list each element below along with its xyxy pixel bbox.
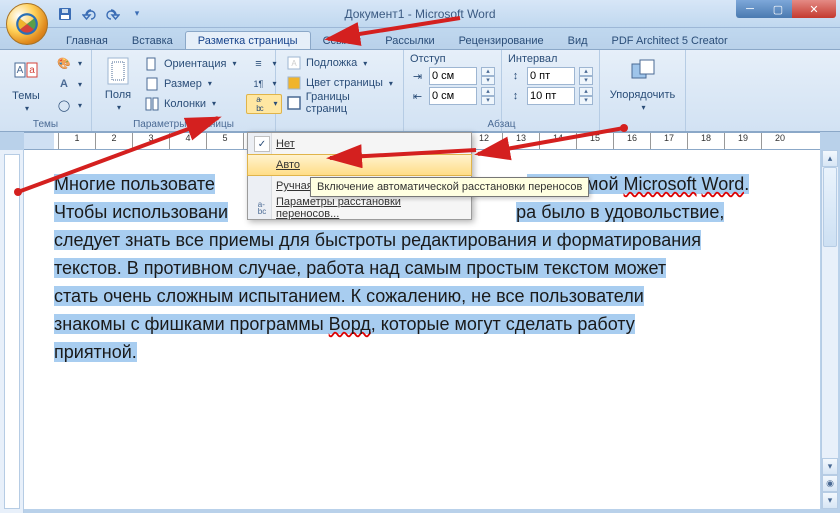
theme-effects-button[interactable]: ◯▾	[52, 95, 86, 115]
redo-icon[interactable]	[102, 3, 124, 25]
group-themes: Aa Темы ▾ 🎨▾ A▾ ◯▾ Темы	[0, 50, 92, 131]
themes-label: Темы	[12, 90, 40, 102]
next-page-button[interactable]: ▾	[822, 492, 838, 509]
office-button[interactable]	[6, 3, 48, 45]
orientation-button[interactable]: Ориентация▾	[140, 54, 240, 74]
scroll-up-button[interactable]: ▴	[822, 150, 838, 167]
tab-mailings[interactable]: Рассылки	[373, 32, 446, 49]
indent-heading: Отступ	[410, 53, 495, 65]
watermark-button[interactable]: AПодложка▾	[282, 53, 397, 73]
vertical-scrollbar[interactable]: ▴ ▾ ◉ ▾	[821, 150, 838, 509]
indent-left-field[interactable]: ⇥ ▴▾	[410, 67, 495, 85]
prev-page-button[interactable]: ◉	[822, 475, 838, 492]
indent-left-spinner[interactable]: ▴▾	[481, 67, 495, 85]
group-page-background: AПодложка▾ Цвет страницы▾ Границы страни…	[276, 50, 404, 131]
hyphenation-options[interactable]: a-bc Параметры расстановки переносов...	[248, 197, 471, 219]
indent-left-icon: ⇥	[410, 68, 425, 84]
watermark-icon: A	[286, 55, 302, 71]
orientation-icon	[144, 56, 160, 72]
scroll-down-button[interactable]: ▾	[822, 458, 838, 475]
scroll-thumb[interactable]	[823, 167, 837, 247]
page-color-icon	[286, 75, 302, 91]
tab-insert[interactable]: Вставка	[120, 32, 185, 49]
vertical-ruler[interactable]	[0, 150, 24, 513]
fonts-icon: A	[56, 76, 72, 92]
indent-right-input[interactable]	[429, 87, 477, 105]
spacing-after-field[interactable]: ↕ ▴▾	[508, 87, 593, 105]
tab-home[interactable]: Главная	[54, 32, 120, 49]
themes-icon: Aa	[10, 56, 42, 88]
arrange-label: Упорядочить	[610, 89, 675, 101]
tab-view[interactable]: Вид	[556, 32, 600, 49]
hyphenation-options-icon: a-bc	[254, 200, 270, 216]
size-button[interactable]: Размер▾	[140, 74, 240, 94]
group-arrange: Упорядочить ▾	[600, 50, 686, 131]
group-spacing: Интервал ↕ ▴▾ ↕ ▴▾ Абзац	[502, 50, 600, 131]
spacing-heading: Интервал	[508, 53, 593, 65]
line-numbers-icon: 1¶	[250, 76, 266, 92]
hyphenation-auto[interactable]: Авто	[247, 154, 472, 176]
minimize-button[interactable]: ─	[736, 0, 764, 18]
hyphenation-tooltip: Включение автоматической расстановки пер…	[310, 177, 589, 197]
theme-colors-button[interactable]: 🎨▾	[52, 53, 86, 73]
colors-icon: 🎨	[56, 55, 72, 71]
indent-right-icon: ⇤	[410, 88, 425, 104]
undo-icon[interactable]	[78, 3, 100, 25]
quick-access-toolbar: ▾	[54, 3, 148, 25]
tab-references[interactable]: Ссылки	[311, 32, 374, 49]
svg-text:a: a	[29, 65, 35, 76]
margins-label: Поля	[105, 89, 131, 101]
page-borders-icon	[286, 95, 302, 111]
breaks-icon: ≡	[250, 56, 266, 72]
svg-text:A: A	[291, 59, 297, 68]
spacing-before-input[interactable]	[527, 67, 575, 85]
margins-icon	[102, 55, 134, 87]
indent-right-spinner[interactable]: ▴▾	[481, 87, 495, 105]
tab-page-layout[interactable]: Разметка страницы	[185, 31, 311, 49]
arrange-button[interactable]: Упорядочить ▾	[606, 53, 679, 114]
arrange-icon	[627, 55, 659, 87]
spacing-after-input[interactable]	[527, 87, 575, 105]
svg-text:A: A	[17, 65, 24, 76]
columns-button[interactable]: Колонки▾	[140, 94, 240, 114]
check-icon: ✓	[254, 136, 270, 152]
titlebar: ▾ Документ1 - Microsoft Word ─ ▢ ✕	[0, 0, 840, 28]
qat-customize-icon[interactable]: ▾	[126, 3, 148, 25]
tab-pdf-architect[interactable]: PDF Architect 5 Creator	[600, 32, 740, 49]
hyphenation-dropdown: ✓ Нет Авто Ручная a-bc Параметры расстан…	[247, 132, 472, 220]
ribbon: Aa Темы ▾ 🎨▾ A▾ ◯▾ Темы Поля ▾ Ориентаци…	[0, 50, 840, 132]
indent-left-input[interactable]	[429, 67, 477, 85]
themes-button[interactable]: Aa Темы ▾	[6, 54, 46, 115]
window-controls: ─ ▢ ✕	[736, 0, 836, 18]
indent-right-field[interactable]: ⇤ ▴▾	[410, 87, 495, 105]
page-color-button[interactable]: Цвет страницы▾	[282, 73, 397, 93]
effects-icon: ◯	[56, 97, 72, 113]
spacing-after-spinner[interactable]: ▴▾	[579, 87, 593, 105]
maximize-button[interactable]: ▢	[764, 0, 792, 18]
page-borders-button[interactable]: Границы страниц	[282, 93, 397, 113]
close-button[interactable]: ✕	[792, 0, 836, 18]
spacing-before-field[interactable]: ↕ ▴▾	[508, 67, 593, 85]
group-page-setup: Поля ▾ Ориентация▾ Размер▾ Колонки▾ ≡▾ 1…	[92, 50, 276, 131]
chevron-down-icon: ▾	[25, 104, 29, 113]
spacing-before-spinner[interactable]: ▴▾	[579, 67, 593, 85]
columns-icon	[144, 96, 160, 112]
spacing-after-icon: ↕	[508, 88, 523, 104]
ribbon-tabs: Главная Вставка Разметка страницы Ссылки…	[0, 28, 840, 50]
window-title: Документ1 - Microsoft Word	[344, 7, 495, 21]
group-page-setup-label: Параметры страницы	[92, 119, 275, 130]
group-themes-label: Темы	[0, 119, 91, 130]
size-icon	[144, 76, 160, 92]
hyphenation-none[interactable]: ✓ Нет	[248, 133, 471, 155]
save-icon[interactable]	[54, 3, 76, 25]
margins-button[interactable]: Поля ▾	[98, 53, 138, 114]
group-paragraph-label: Абзац	[404, 119, 599, 130]
tab-review[interactable]: Рецензирование	[447, 32, 556, 49]
spacing-before-icon: ↕	[508, 68, 523, 84]
theme-fonts-button[interactable]: A▾	[52, 74, 86, 94]
hyphenation-icon: a-bc	[251, 96, 267, 112]
